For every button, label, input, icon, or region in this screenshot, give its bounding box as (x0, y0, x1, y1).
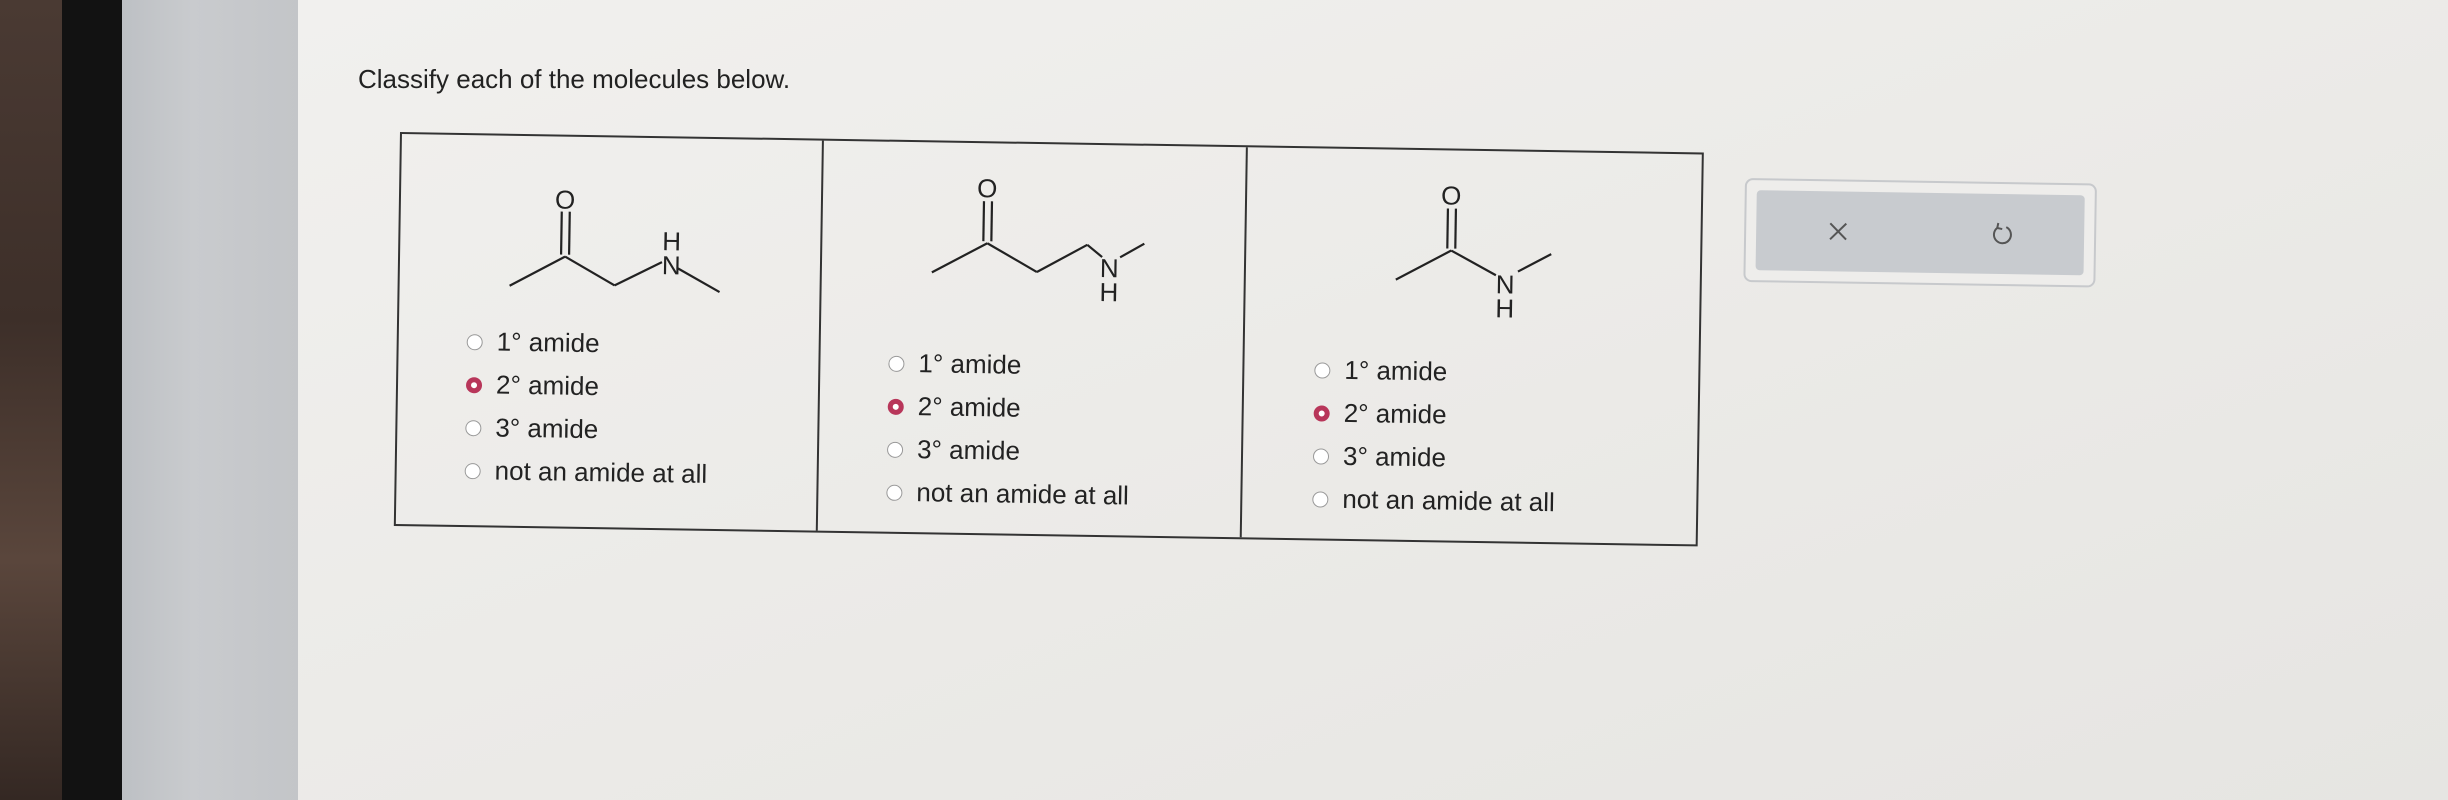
molecule-structure-1: O H N (479, 155, 741, 309)
radio-button[interactable] (1312, 447, 1330, 465)
option-label: not an amide at all (1342, 483, 1556, 518)
option-list-3: 1° amide 2° amide 3° amide not an amide … (1312, 348, 1557, 524)
hydrogen-atom: H (1099, 277, 1118, 307)
option-2-tertiary[interactable]: 3° amide (886, 428, 1130, 475)
option-2-secondary[interactable]: 2° amide (887, 385, 1130, 432)
option-label: not an amide at all (494, 455, 708, 489)
oxygen-atom: O (977, 173, 998, 203)
option-label: 1° amide (1344, 354, 1448, 387)
x-icon (1829, 222, 1847, 241)
left-side-panel (122, 0, 298, 800)
option-label: 1° amide (496, 326, 600, 359)
action-bar (1755, 190, 2085, 276)
radio-button-selected[interactable] (465, 376, 483, 393)
radio-button[interactable] (886, 441, 904, 458)
option-1-primary[interactable]: 1° amide (466, 320, 709, 367)
option-2-not-amide[interactable]: not an amide at all (886, 471, 1129, 518)
radio-button[interactable] (1312, 490, 1329, 508)
nitrogen-atom: N (662, 250, 681, 280)
option-3-tertiary[interactable]: 3° amide (1312, 434, 1556, 481)
oxygen-atom: O (555, 184, 576, 214)
radio-button[interactable] (466, 333, 483, 350)
oxygen-atom: O (1441, 180, 1462, 210)
radio-button[interactable] (465, 419, 482, 436)
radio-button-selected[interactable] (887, 398, 904, 415)
clear-button[interactable] (1818, 211, 1859, 252)
undo-button[interactable] (1982, 214, 2023, 255)
radio-button-selected[interactable] (1313, 404, 1330, 422)
answer-action-panel (1743, 178, 2097, 288)
option-label: 3° amide (1342, 440, 1447, 473)
option-list-1: 1° amide 2° amide 3° amide not an amide … (464, 320, 709, 496)
option-label: 3° amide (495, 412, 599, 445)
option-list-2: 1° amide 2° amide 3° amide not an amide … (886, 342, 1131, 518)
molecule-cell-2: O N H 1° amide 2° amide 3° amide not an … (817, 140, 1248, 538)
undo-icon (1992, 222, 2012, 245)
radio-button[interactable] (464, 462, 481, 479)
option-2-primary[interactable]: 1° amide (888, 342, 1131, 389)
hydrogen-atom: H (1495, 293, 1514, 323)
option-label: 2° amide (917, 391, 1021, 423)
molecule-table: O H N 1° amide 2° amide 3° amide not an … (393, 132, 1704, 547)
option-1-tertiary[interactable]: 3° amide (465, 406, 708, 453)
option-label: 3° amide (916, 434, 1021, 466)
radio-button[interactable] (888, 355, 905, 372)
radio-button[interactable] (1314, 361, 1331, 379)
option-3-secondary[interactable]: 2° amide (1313, 391, 1556, 438)
question-prompt: Classify each of the molecules below. (358, 64, 791, 94)
molecule-cell-1: O H N 1° amide 2° amide 3° amide not an … (395, 134, 824, 531)
option-label: not an amide at all (916, 477, 1130, 511)
option-label: 2° amide (495, 369, 600, 402)
option-3-primary[interactable]: 1° amide (1314, 348, 1557, 395)
option-1-secondary[interactable]: 2° amide (465, 363, 709, 410)
radio-button[interactable] (886, 484, 903, 501)
molecule-structure-2: O N H (901, 162, 1163, 316)
option-1-not-amide[interactable]: not an amide at all (464, 449, 707, 496)
option-3-not-amide[interactable]: not an amide at all (1312, 477, 1555, 524)
molecule-cell-3: O N H 1° amide 2° amide 3° amide not an … (1242, 147, 1702, 544)
option-label: 1° amide (918, 348, 1022, 380)
option-label: 2° amide (1343, 397, 1447, 430)
molecule-structure-3: O N H (1355, 169, 1617, 324)
